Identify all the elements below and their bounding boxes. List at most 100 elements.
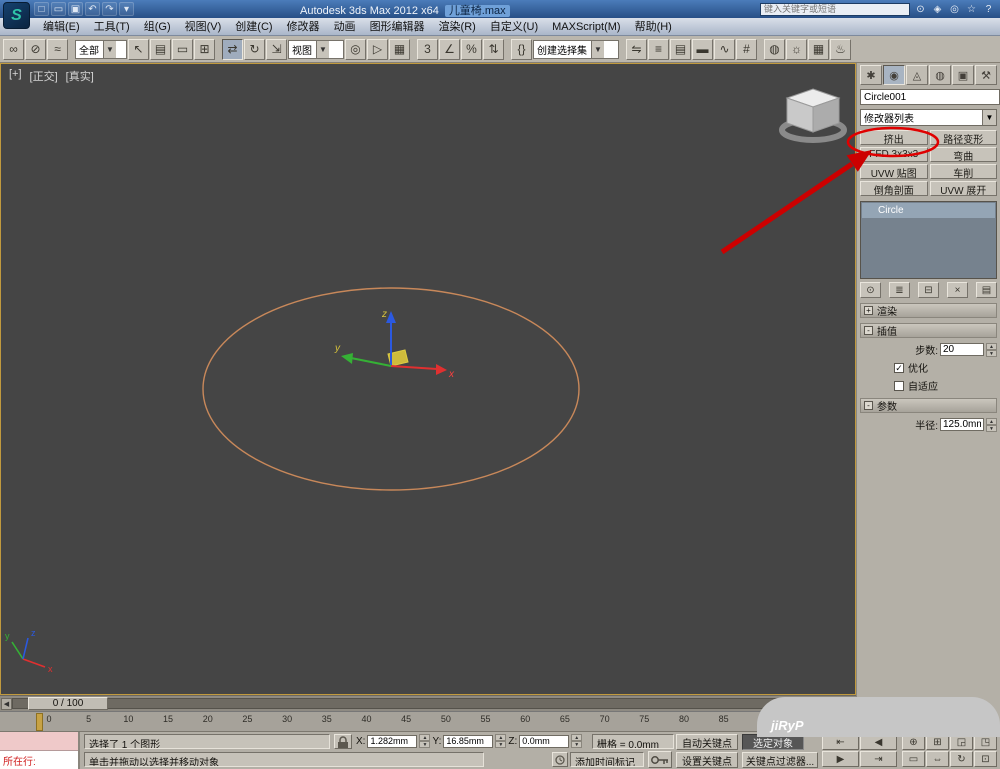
angle-snap-icon[interactable]: ∠ (439, 38, 460, 60)
project-menu-icon[interactable]: ▾ (119, 2, 134, 16)
modifier-stack[interactable]: Circle (860, 201, 997, 279)
menu-item[interactable]: 创建(C) (228, 18, 279, 36)
y-coordinate-field[interactable] (443, 734, 494, 748)
select-and-rotate-icon[interactable]: ↻ (244, 38, 265, 60)
percent-snap-icon[interactable]: % (461, 38, 482, 60)
redo-icon[interactable]: ↷ (102, 2, 117, 16)
modifier-button[interactable]: UVW 贴图 (860, 164, 928, 179)
modifier-button[interactable]: FFD 3x3x3 (860, 147, 928, 162)
snap-toggle-3d-icon[interactable]: 3 (417, 38, 438, 60)
named-selection-sets-dropdown[interactable]: 创建选择集 ▼ (533, 39, 619, 59)
menu-item[interactable]: 渲染(R) (432, 18, 483, 36)
mirror-icon[interactable]: ⇋ (626, 38, 647, 60)
ribbon-toggle-icon[interactable]: ▬ (692, 38, 713, 60)
select-object-icon[interactable]: ↖ (128, 38, 149, 60)
viewport-general-menu[interactable]: [+] (9, 68, 22, 84)
goto-end-icon[interactable]: ⇥ (860, 751, 897, 767)
use-pivot-center-icon[interactable]: ◎ (345, 38, 366, 60)
undo-icon[interactable]: ↶ (85, 2, 100, 16)
menu-item[interactable]: 编辑(E) (36, 18, 87, 36)
x-coordinate-field[interactable] (367, 734, 418, 748)
configure-modifier-sets-icon[interactable]: ▤ (976, 282, 997, 298)
create-tab-icon[interactable]: ✱ (860, 65, 882, 85)
hierarchy-tab-icon[interactable]: ◬ (906, 65, 928, 85)
spinner-down-icon[interactable]: ▼ (986, 424, 997, 432)
selection-lock-toggle[interactable] (334, 734, 352, 749)
edit-named-selections-icon[interactable]: {} (511, 38, 532, 60)
spinner-down-icon[interactable]: ▼ (986, 349, 997, 357)
new-file-icon[interactable]: □ (34, 2, 49, 16)
spinner-up-icon[interactable]: ▲ (986, 342, 997, 350)
maxscript-mini-listener[interactable]: 所在行: (0, 732, 80, 769)
move-gizmo[interactable]: x y z (334, 309, 455, 380)
menu-item[interactable]: 视图(V) (178, 18, 229, 36)
menu-item[interactable]: 动画 (327, 18, 363, 36)
prev-frame-arrow-icon[interactable]: ◀ (1, 698, 12, 710)
menu-item[interactable]: 组(G) (137, 18, 178, 36)
subscription-icon[interactable]: ◈ (930, 2, 945, 16)
pan-icon[interactable]: ⇔ (926, 751, 949, 767)
rectangular-selection-icon[interactable]: ▭ (172, 38, 193, 60)
selection-filter-dropdown[interactable]: 全部 ▼ (75, 39, 127, 59)
modify-tab-icon[interactable]: ◉ (883, 65, 905, 85)
layer-manager-icon[interactable]: ▤ (670, 38, 691, 60)
spinner-up-icon[interactable]: ▲ (986, 417, 997, 425)
open-file-icon[interactable]: ▭ (51, 2, 66, 16)
z-coordinate-field[interactable] (519, 734, 570, 748)
utilities-tab-icon[interactable]: ⚒ (975, 65, 997, 85)
menu-item[interactable]: MAXScript(M) (545, 18, 627, 36)
radius-field[interactable] (940, 418, 984, 431)
remove-modifier-icon[interactable]: × (947, 282, 968, 298)
optimize-checkbox[interactable]: ✓ (894, 362, 904, 373)
favorites-icon[interactable]: ☆ (964, 2, 979, 16)
infocenter-search-input[interactable] (760, 2, 910, 16)
radius-spinner[interactable]: ▲ ▼ (986, 417, 997, 432)
rendered-frame-icon[interactable]: ▦ (808, 38, 829, 60)
modifier-button[interactable]: UVW 展开 (929, 181, 997, 196)
menu-item[interactable]: 自定义(U) (483, 18, 545, 36)
display-tab-icon[interactable]: ▣ (952, 65, 974, 85)
align-icon[interactable]: ≡ (648, 38, 669, 60)
select-and-scale-icon[interactable]: ⇲ (266, 38, 287, 60)
time-slider-track[interactable] (12, 698, 844, 709)
key-filters-button[interactable]: 关键点过滤器... (742, 752, 818, 768)
keyboard-override-icon[interactable]: ▦ (389, 38, 410, 60)
listener-script-row[interactable]: 所在行: (0, 751, 78, 769)
viewport-canvas[interactable]: x y z x y z (1, 64, 855, 694)
adaptive-checkbox[interactable] (894, 380, 904, 391)
orbit-icon[interactable]: ↻ (950, 751, 973, 767)
viewcube[interactable] (779, 88, 847, 143)
rollout-collapse-icon[interactable]: - (864, 326, 873, 335)
select-and-move-icon[interactable]: ⇄ (222, 38, 243, 60)
show-end-result-icon[interactable]: ≣ (889, 282, 910, 298)
pin-stack-icon[interactable]: ⊙ (860, 282, 881, 298)
maximize-viewport-icon[interactable]: ⊡ (974, 751, 997, 767)
select-by-name-icon[interactable]: ▤ (150, 38, 171, 60)
search-icon[interactable]: ⊙ (913, 2, 928, 16)
unlink-selection-icon[interactable]: ⊘ (25, 38, 46, 60)
modifier-button[interactable]: 路径变形 (929, 130, 997, 145)
rollout-parameters[interactable]: - 参数 (860, 398, 997, 413)
bind-to-space-warp-icon[interactable]: ≈ (47, 38, 68, 60)
y-spinner[interactable]: ▲ ▼ (495, 734, 507, 748)
set-key-mode-button[interactable]: 设置关键点 (676, 752, 738, 768)
select-and-link-icon[interactable]: ∞ (3, 38, 24, 60)
help-icon[interactable]: ? (981, 2, 996, 16)
set-key-button[interactable] (648, 751, 672, 768)
save-file-icon[interactable]: ▣ (68, 2, 83, 16)
play-icon[interactable]: ▶ (822, 751, 859, 767)
menu-item[interactable]: 图形编辑器 (363, 18, 432, 36)
window-crossing-icon[interactable]: ⊞ (194, 38, 215, 60)
menu-item[interactable]: 帮助(H) (628, 18, 679, 36)
make-unique-icon[interactable]: ⊟ (918, 282, 939, 298)
modifier-button[interactable]: 弯曲 (929, 147, 997, 162)
auto-key-button[interactable]: 自动关键点 (676, 734, 738, 750)
modifier-button[interactable]: 挤出 (860, 130, 928, 145)
motion-tab-icon[interactable]: ◍ (929, 65, 951, 85)
rollout-expand-icon[interactable]: + (864, 306, 873, 315)
schematic-view-icon[interactable]: # (736, 38, 757, 60)
object-name-field[interactable] (860, 89, 1000, 105)
steps-field[interactable] (940, 343, 984, 356)
time-slider-handle[interactable]: 0 / 100 (28, 697, 108, 710)
modifier-button[interactable]: 倒角剖面 (860, 181, 928, 196)
